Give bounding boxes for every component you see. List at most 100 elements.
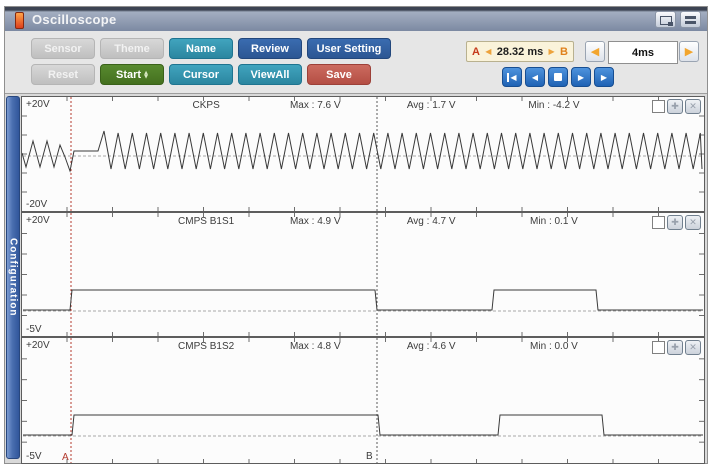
title-bar[interactable]: Oscilloscope	[5, 7, 707, 31]
channel-max-value: Max : 4.9 V	[290, 216, 341, 227]
channel-close-button[interactable]: ✕	[685, 340, 701, 355]
cursor-b-label: B	[560, 46, 568, 58]
channel-name: CMPS B1S2	[178, 341, 234, 352]
plus-icon: ✚	[671, 218, 679, 228]
timebase-increase-button[interactable]: ▶	[679, 41, 699, 62]
skip-to-end-button[interactable]: ▶	[594, 67, 614, 87]
cursor-b-arrow-icon: ▶	[549, 47, 555, 56]
channel-expand-button[interactable]: ✚	[667, 99, 683, 114]
cursor-button[interactable]: Cursor	[169, 64, 233, 85]
button-label: ViewAll	[251, 69, 290, 81]
app-window: Oscilloscope Sensor Theme Name Review User S…	[4, 6, 708, 464]
channel-select-checkbox[interactable]	[652, 216, 665, 229]
bars-icon	[685, 16, 696, 24]
skip-icon: ◀	[507, 73, 516, 82]
button-label: Reset	[48, 69, 78, 81]
button-label: Cursor	[183, 69, 219, 81]
playback-controls: ◀ ◀ ▶ ▶	[502, 67, 614, 87]
cursor-a-arrow-icon: ◀	[485, 47, 491, 56]
channel-name: CMPS B1S1	[178, 216, 234, 227]
channel-avg-value: Avg : 4.6 V	[407, 341, 456, 352]
cursor-time-readout: A ◀ 28.32 ms ▶ B	[466, 41, 574, 62]
configuration-tab[interactable]: Configuration	[6, 96, 20, 459]
toolbar-row-1: Sensor Theme Name Review User Setting	[31, 38, 391, 59]
channel-close-button[interactable]: ✕	[685, 215, 701, 230]
detach-window-button[interactable]	[655, 11, 676, 28]
button-label: User Setting	[317, 43, 382, 55]
channel-expand-button[interactable]: ✚	[667, 340, 683, 355]
channel-top-voltage: +20V	[26, 99, 50, 110]
waveform-plot	[22, 213, 704, 336]
svg-text:B: B	[366, 451, 373, 462]
channel-select-checkbox[interactable]	[652, 100, 665, 113]
channel-close-button[interactable]: ✕	[685, 99, 701, 114]
scope-area: Configuration +20V -20V CKPS Max : 7.6 V…	[5, 94, 707, 463]
user-setting-button[interactable]: User Setting	[307, 38, 391, 59]
play-icon: ◀	[532, 73, 538, 82]
button-label: Theme	[114, 43, 149, 55]
button-label: Start	[116, 69, 141, 81]
sensor-button[interactable]: Sensor	[31, 38, 95, 59]
button-label: Name	[186, 43, 216, 55]
button-label: Sensor	[44, 43, 81, 55]
waveform-plot	[22, 97, 704, 211]
stop-button[interactable]	[548, 67, 568, 87]
plus-icon: ✚	[671, 102, 679, 112]
spinner-icon: ▲▼	[144, 71, 148, 79]
start-button[interactable]: Start▲▼	[100, 64, 164, 85]
theme-button[interactable]: Theme	[100, 38, 164, 59]
channel-min-value: Min : 0.1 V	[530, 216, 578, 227]
channel-avg-value: Avg : 4.7 V	[407, 216, 456, 227]
right-arrow-icon: ▶	[685, 45, 693, 58]
close-icon: ✕	[689, 102, 697, 112]
stop-icon	[554, 73, 562, 81]
timebase-value[interactable]: 4ms	[608, 41, 678, 64]
channel-top-voltage: +20V	[26, 215, 50, 226]
name-button[interactable]: Name	[169, 38, 233, 59]
channel-bottom-voltage: -20V	[26, 199, 47, 210]
channel-name: CKPS	[193, 100, 220, 111]
channel-bottom-voltage: -5V	[26, 451, 42, 462]
button-label: Review	[251, 43, 289, 55]
channel-panel-cmps-b1s2: AB +20V -5V CMPS B1S2 Max : 4.8 V Avg : …	[21, 337, 705, 464]
channel-bottom-voltage: -5V	[26, 324, 42, 335]
window-controls	[655, 11, 701, 28]
channel-min-value: Min : 0.0 V	[530, 341, 578, 352]
svg-text:A: A	[62, 452, 69, 463]
waveform-plot: AB	[22, 338, 704, 463]
toolbar-row-2: Reset Start▲▼ Cursor ViewAll Save	[31, 64, 371, 85]
plus-icon: ✚	[671, 343, 679, 353]
save-button[interactable]: Save	[307, 64, 371, 85]
channel-expand-button[interactable]: ✚	[667, 215, 683, 230]
close-icon: ✕	[689, 218, 697, 228]
button-label: Save	[326, 69, 352, 81]
timebase-decrease-button[interactable]: ◀	[585, 41, 605, 62]
step-forward-button[interactable]: ▶	[571, 67, 591, 87]
cursor-delta-value: 28.32 ms	[497, 46, 543, 58]
reset-button[interactable]: Reset	[31, 64, 95, 85]
channel-select-checkbox[interactable]	[652, 341, 665, 354]
channel-controls: ✚ ✕	[652, 340, 701, 355]
skip-to-start-button[interactable]: ◀	[502, 67, 522, 87]
close-icon: ✕	[689, 343, 697, 353]
channel-controls: ✚ ✕	[652, 99, 701, 114]
step-back-button[interactable]: ◀	[525, 67, 545, 87]
window-title: Oscilloscope	[32, 12, 117, 27]
play-icon: ▶	[578, 73, 584, 82]
channel-top-voltage: +20V	[26, 340, 50, 351]
channel-max-value: Max : 7.6 V	[290, 100, 341, 111]
channel-panel-ckps: +20V -20V CKPS Max : 7.6 V Avg : 1.7 V M…	[21, 96, 705, 212]
configuration-tab-label: Configuration	[8, 238, 19, 317]
channel-max-value: Max : 4.8 V	[290, 341, 341, 352]
review-button[interactable]: Review	[238, 38, 302, 59]
channel-avg-value: Avg : 1.7 V	[407, 100, 456, 111]
channel-min-value: Min : -4.2 V	[528, 100, 579, 111]
play-icon: ▶	[601, 73, 607, 82]
app-icon	[15, 12, 24, 29]
viewall-button[interactable]: ViewAll	[238, 64, 302, 85]
channel-controls: ✚ ✕	[652, 215, 701, 230]
minimize-button[interactable]	[680, 11, 701, 28]
left-arrow-icon: ◀	[591, 45, 599, 58]
oscilloscope-app: Oscilloscope Sensor Theme Name Review User S…	[0, 0, 712, 467]
window-icon	[660, 16, 672, 25]
